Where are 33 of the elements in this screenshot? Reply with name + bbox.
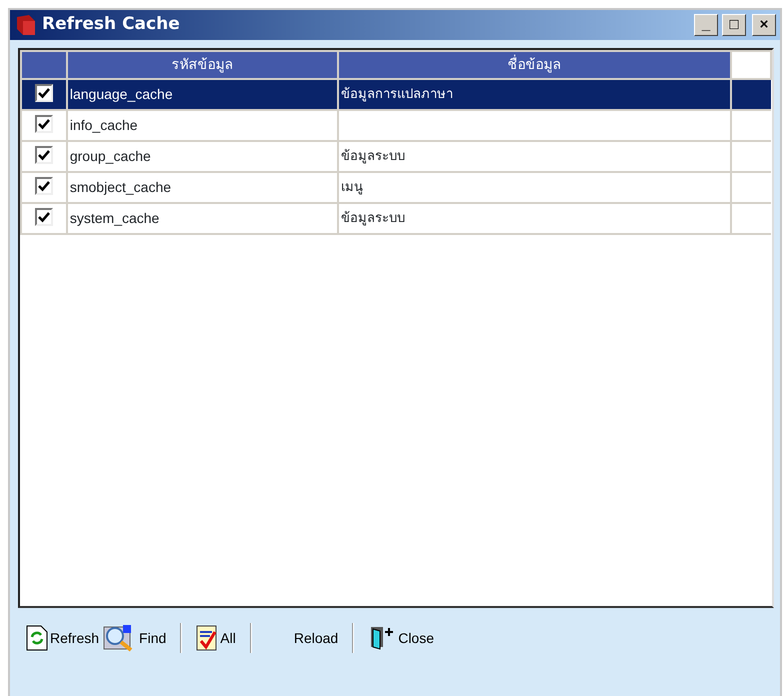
refresh-icon (26, 625, 48, 651)
toolbar-button[interactable]: Refresh (24, 623, 102, 653)
checkbox[interactable] (34, 208, 53, 226)
table-cell: เมนู (338, 172, 732, 203)
checkbox[interactable] (34, 115, 53, 133)
table-cell: ข้อมูลระบบ (338, 203, 732, 234)
table-cell: info_cache (66, 110, 338, 141)
close-button[interactable]: × (752, 14, 776, 36)
table-cell: system_cache (66, 203, 338, 234)
minimize-button[interactable]: _ (694, 14, 718, 36)
table-row[interactable]: language_cache ข้อมูลการแปลภาษา (21, 79, 771, 110)
table-cell: language_cache (66, 79, 338, 110)
checklist-icon (196, 624, 218, 652)
checkbox[interactable] (34, 177, 53, 195)
book-icon (14, 13, 38, 37)
checkbox[interactable] (34, 146, 53, 164)
table-cell: group_cache (66, 141, 338, 172)
toolbar-button[interactable]: Reload (292, 626, 340, 650)
table-cell: ข้อมูลการแปลภาษา (338, 79, 732, 110)
table-cell: ข้อมูลระบบ (338, 141, 732, 172)
checkbox[interactable] (34, 84, 53, 102)
table-row[interactable]: smobject_cache เมนู (21, 172, 771, 203)
table-row[interactable]: group_cache ข้อมูลระบบ (21, 141, 771, 172)
toolbar-button[interactable]: Close (366, 623, 436, 653)
table-cell: smobject_cache (66, 172, 338, 203)
toolbar-button[interactable]: Find (101, 622, 168, 654)
column-header[interactable]: รหัสข้อมูล (66, 51, 338, 79)
maximize-button[interactable]: □ (722, 14, 746, 36)
table-row[interactable]: system_cache ข้อมูลระบบ (21, 203, 771, 234)
header-cell (21, 51, 67, 79)
column-header[interactable]: ชื่อข้อมูล (338, 51, 732, 79)
toolbar-button[interactable]: All (194, 622, 238, 654)
window-title: Refresh Cache (42, 13, 180, 36)
